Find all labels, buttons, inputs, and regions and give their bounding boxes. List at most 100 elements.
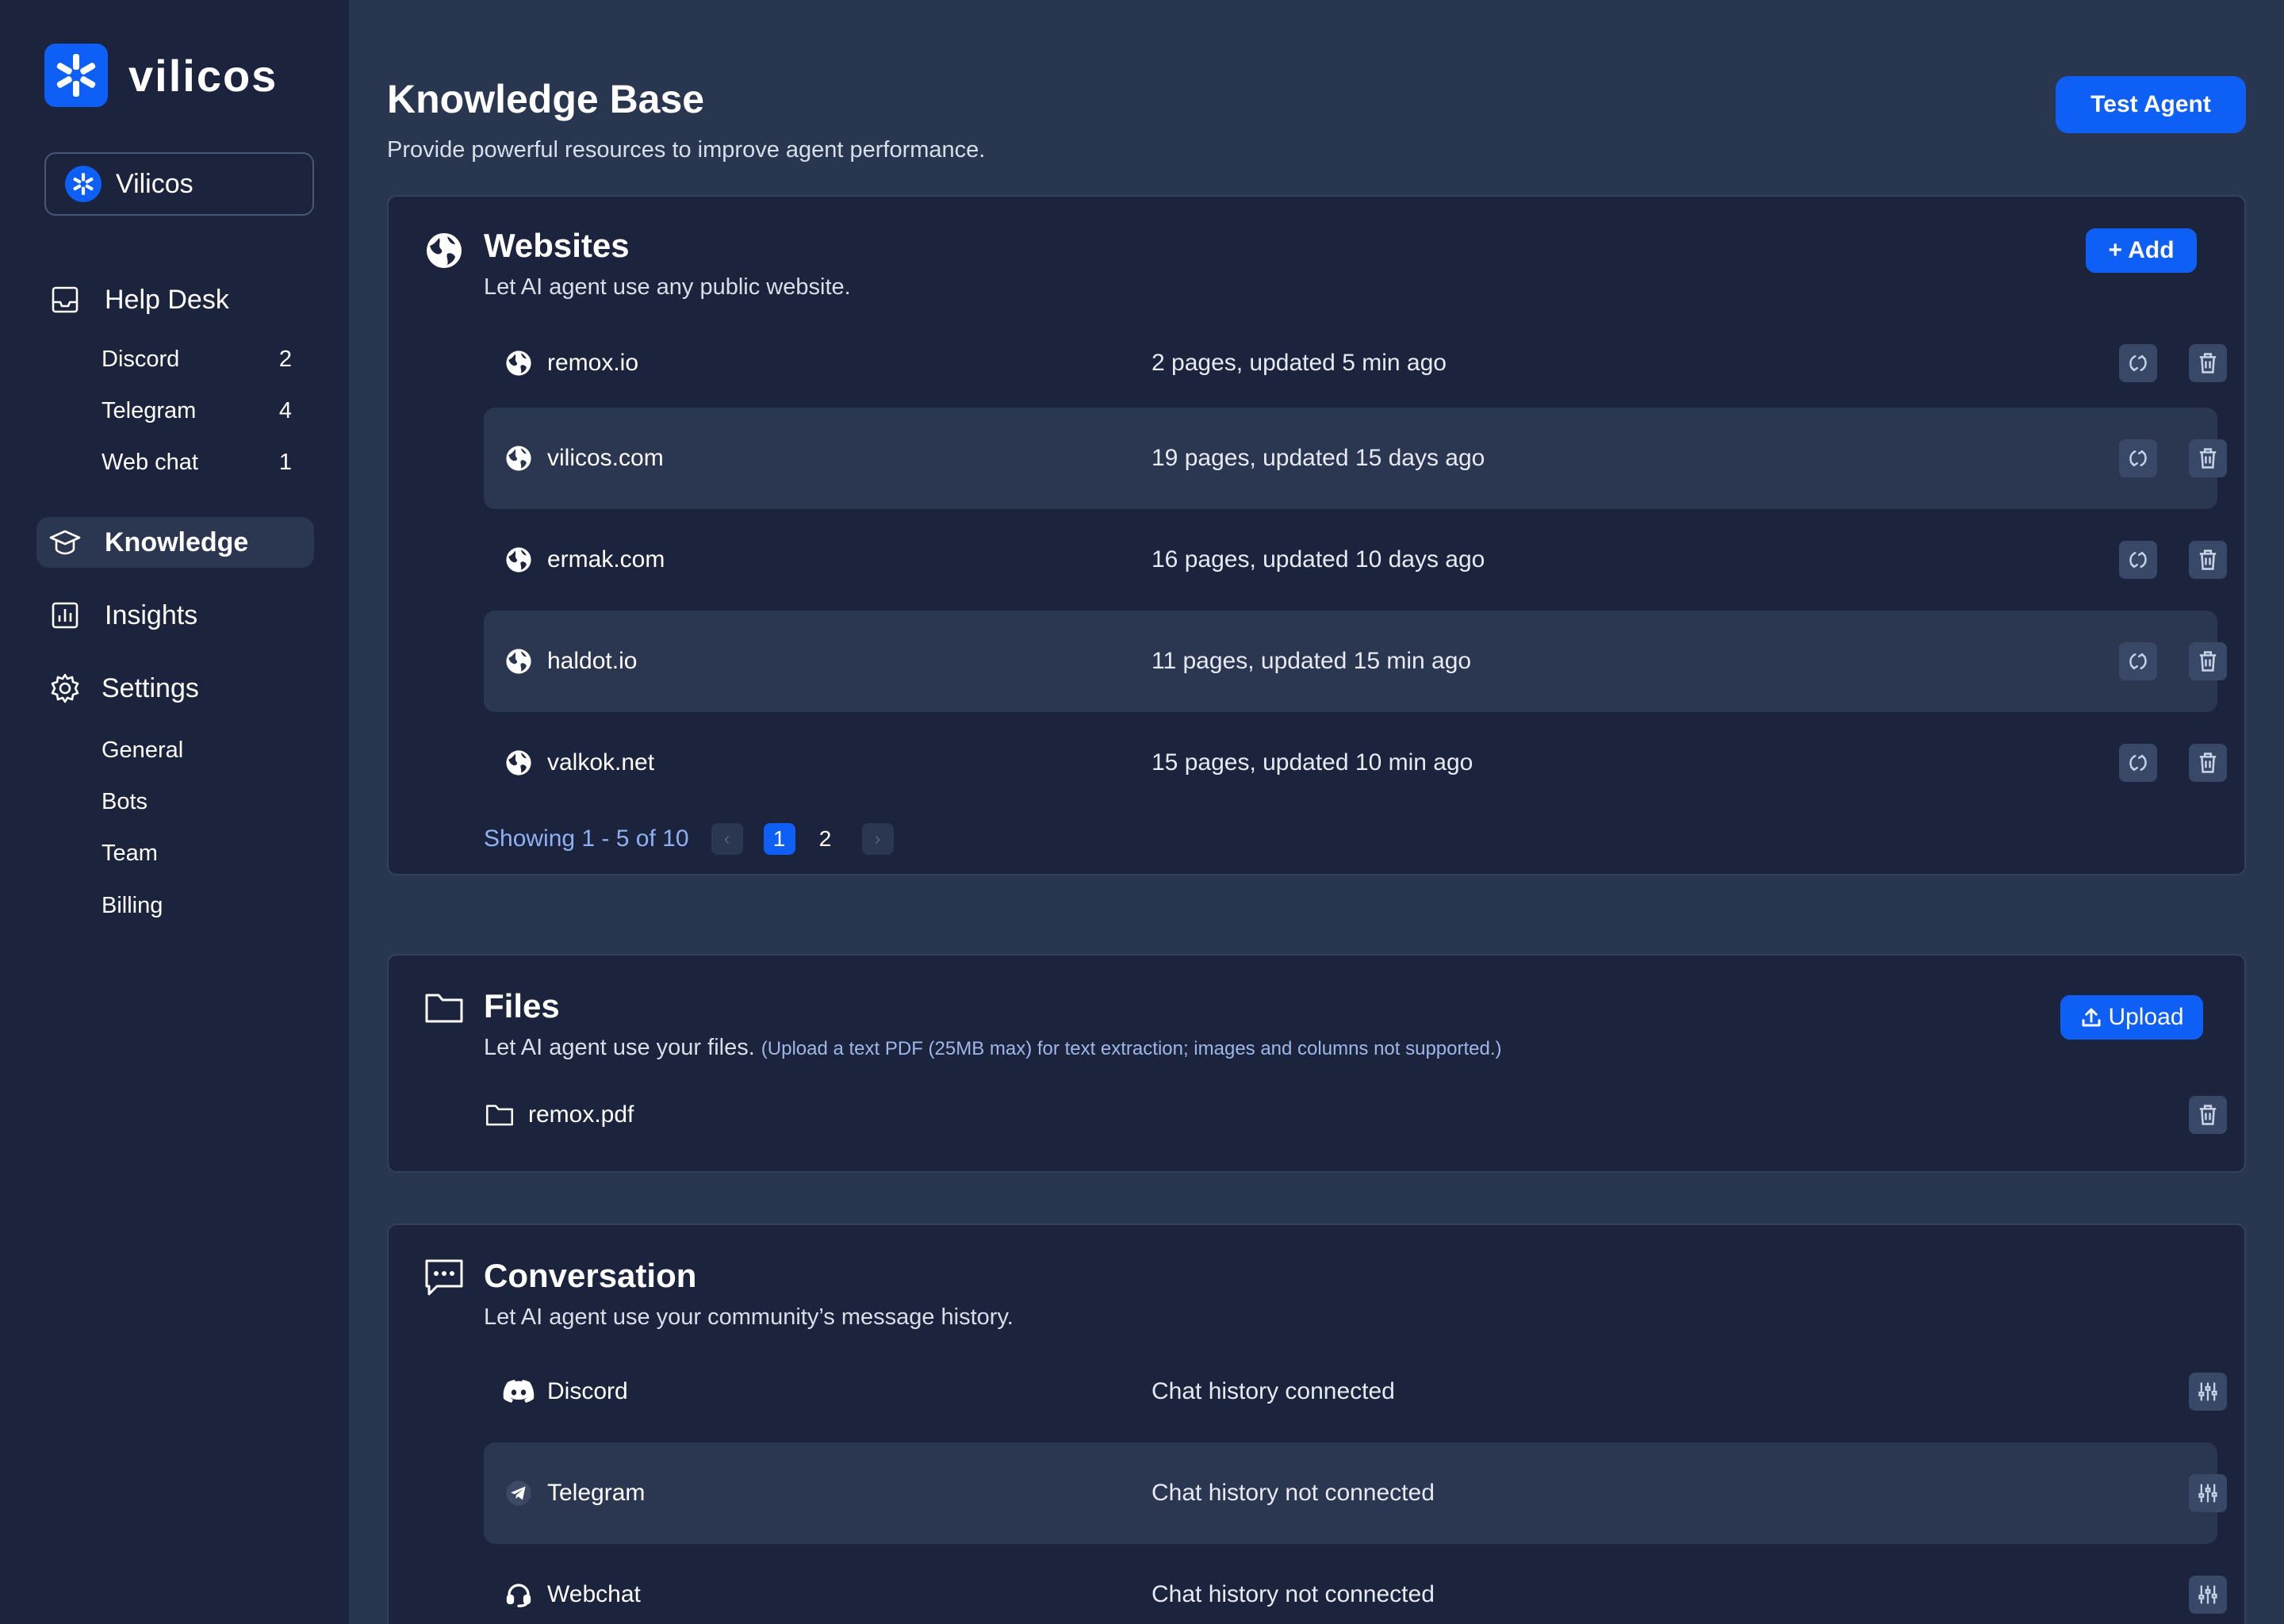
conversation-row[interactable]: Telegram Chat history not connected [484,1442,2227,1544]
websites-description: Let AI agent use any public website. [484,274,851,300]
test-agent-button[interactable]: Test Agent [2056,76,2246,133]
nav-sub-label: Team [102,840,158,866]
nav-sub-billing[interactable]: Billing [102,886,292,925]
sliders-icon[interactable] [2189,1373,2227,1411]
globe-icon [503,544,535,576]
nav-knowledge-label: Knowledge [105,527,249,557]
conversation-title: Conversation [484,1257,697,1294]
files-title: Files [484,987,560,1025]
nav-insights[interactable]: Insights [36,590,314,641]
globe-icon [503,645,535,677]
trash-icon[interactable] [2189,1096,2227,1134]
trash-icon[interactable] [2189,744,2227,782]
refresh-icon[interactable] [2119,439,2157,477]
upload-label: Upload [2108,1004,2184,1030]
sidebar: vilicos Vilicos Help Desk Discord 2 Tele… [0,0,349,1624]
nav-sub-telegram[interactable]: Telegram 4 [102,391,292,431]
website-meta: 19 pages, updated 15 days ago [1152,445,1485,471]
channel-name: Discord [547,1378,628,1404]
nav-sub-label: Web chat [102,449,198,475]
nav-settings[interactable]: Settings [36,663,314,714]
trash-icon[interactable] [2189,439,2227,477]
nav-sub-team[interactable]: Team [102,833,292,873]
globe-icon [422,228,466,273]
vilicos-logo-icon [44,44,108,107]
website-meta: 15 pages, updated 10 min ago [1152,749,1473,776]
channel-status: Chat history not connected [1152,1480,1435,1506]
website-row[interactable]: valkok.net 15 pages, updated 10 min ago [484,712,2227,814]
workspace-switcher[interactable]: Vilicos [44,152,314,216]
trash-icon[interactable] [2189,642,2227,680]
headset-icon [503,1579,535,1611]
nav-sub-label: Telegram [102,397,197,423]
website-name: ermak.com [547,546,665,573]
nav-sub-label: General [102,737,184,763]
files-description: Let AI agent use your files. [484,1035,755,1060]
websites-card: Websites Let AI agent use any public web… [387,195,2246,875]
channel-status: Chat history not connected [1152,1581,1435,1607]
globe-icon [503,347,535,379]
brand-logo[interactable]: vilicos [44,44,278,107]
nav-settings-label: Settings [102,672,199,703]
nav-sub-count: 2 [278,346,292,372]
prev-page-button[interactable]: ‹ [711,823,743,855]
channel-name: Webchat [547,1581,641,1607]
refresh-icon[interactable] [2119,642,2157,680]
nav-sub-web-chat[interactable]: Web chat 1 [102,442,292,482]
website-row[interactable]: haldot.io 11 pages, updated 15 min ago [484,611,2227,712]
sliders-icon[interactable] [2189,1576,2227,1614]
globe-icon [503,747,535,779]
files-card: Files Let AI agent use your files. (Uploa… [387,954,2246,1173]
chat-bubble-icon [422,1255,466,1300]
nav-help-desk-label: Help Desk [105,284,229,315]
file-name: remox.pdf [528,1101,634,1128]
conversation-row[interactable]: Discord Chat history connected [484,1341,2227,1442]
websites-title: Websites [484,227,630,264]
nav-help-desk[interactable]: Help Desk [36,274,314,325]
page-button[interactable]: 2 [810,823,841,855]
page-subtitle: Provide powerful resources to improve ag… [387,137,986,163]
graduation-cap-icon [48,525,82,560]
upload-file-button[interactable]: Upload [2060,995,2203,1040]
nav-sub-discord[interactable]: Discord 2 [102,339,292,379]
refresh-icon[interactable] [2119,541,2157,579]
nav-sub-label: Billing [102,892,163,918]
trash-icon[interactable] [2189,541,2227,579]
file-row[interactable]: remox.pdf [484,1071,2227,1159]
website-row[interactable]: ermak.com 16 pages, updated 10 days ago [484,509,2227,611]
page-button[interactable]: 1 [763,823,795,855]
website-name: remox.io [547,350,639,376]
conversation-row[interactable]: Webchat Chat history not connected [484,1544,2227,1624]
add-website-button[interactable]: + Add [2086,228,2197,273]
nav-insights-label: Insights [105,599,198,630]
workspace-name: Vilicos [116,168,194,199]
nav-knowledge[interactable]: Knowledge [36,517,314,568]
folder-icon [422,986,466,1030]
pagination-summary: Showing 1 - 5 of 10 [484,825,689,852]
trash-icon[interactable] [2189,344,2227,382]
inbox-icon [48,282,82,317]
website-meta: 11 pages, updated 15 min ago [1152,648,1472,674]
channel-name: Telegram [547,1480,646,1506]
conversation-description: Let AI agent use your community’s messag… [484,1304,1014,1330]
globe-icon [503,442,535,474]
next-page-button[interactable]: › [861,823,894,855]
nav-sub-bots[interactable]: Bots [102,782,292,822]
refresh-icon[interactable] [2119,344,2157,382]
channel-status: Chat history connected [1152,1378,1395,1404]
files-upload-note: (Upload a text PDF (25MB max) for text e… [761,1038,1502,1059]
brand-name: vilicos [128,50,278,101]
folder-icon [484,1099,515,1131]
sliders-icon[interactable] [2189,1474,2227,1512]
website-name: valkok.net [547,749,655,776]
discord-icon [503,1376,535,1408]
website-row[interactable]: vilicos.com 19 pages, updated 15 days ag… [484,408,2227,509]
telegram-icon [503,1477,535,1509]
refresh-icon[interactable] [2119,744,2157,782]
nav-sub-count: 4 [278,397,292,423]
nav-sub-general[interactable]: General [102,730,292,770]
bar-chart-icon [48,598,82,633]
gear-icon [48,671,82,706]
nav-sub-count: 1 [278,449,292,475]
website-row[interactable]: remox.io 2 pages, updated 5 min ago [484,312,2227,414]
